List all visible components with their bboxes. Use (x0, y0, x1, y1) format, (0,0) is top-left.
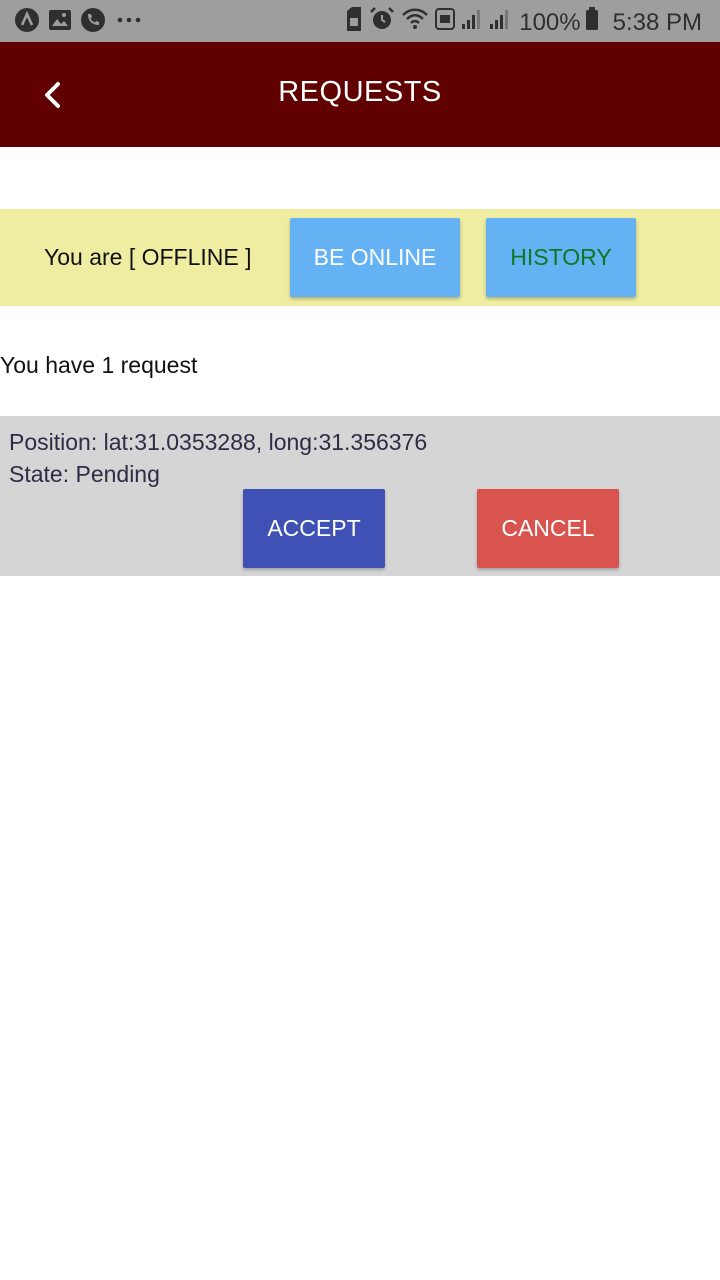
request-state: State: Pending (9, 461, 160, 487)
signal-icon (489, 7, 511, 38)
alarm-icon (369, 6, 395, 39)
request-position: Position: lat:31.0353288, long:31.356376 (9, 429, 428, 455)
request-count: You have 1 request (0, 352, 198, 378)
availability-bar: You are [ OFFLINE ] BE ONLINE HISTORY (0, 209, 720, 306)
notification-icons (14, 7, 152, 38)
status-bar: 100% 5:38 PM (0, 0, 720, 42)
accept-button[interactable]: ACCEPT (243, 489, 385, 568)
page-title: REQUESTS (278, 76, 442, 108)
app-a-icon (14, 7, 40, 38)
wifi-icon (401, 7, 429, 38)
image-icon (48, 8, 72, 37)
history-button[interactable]: HISTORY (486, 218, 636, 297)
online-status-label: You are [ OFFLINE ] (44, 244, 252, 270)
battery-percent: 100% (519, 8, 581, 36)
app-bar: REQUESTS (0, 42, 720, 147)
more-dots-icon (114, 7, 144, 38)
system-indicators: 100% 5:38 PM (345, 6, 702, 39)
request-card: Position: lat:31.0353288, long:31.356376… (0, 416, 720, 576)
battery-icon (585, 7, 599, 38)
cancel-button[interactable]: CANCEL (477, 489, 619, 568)
sim-icon (345, 7, 363, 38)
phone-icon (80, 7, 106, 38)
clock: 5:38 PM (612, 8, 702, 36)
hd-icon (435, 7, 456, 38)
be-online-button[interactable]: BE ONLINE (290, 218, 460, 297)
signal-icon (461, 7, 483, 38)
